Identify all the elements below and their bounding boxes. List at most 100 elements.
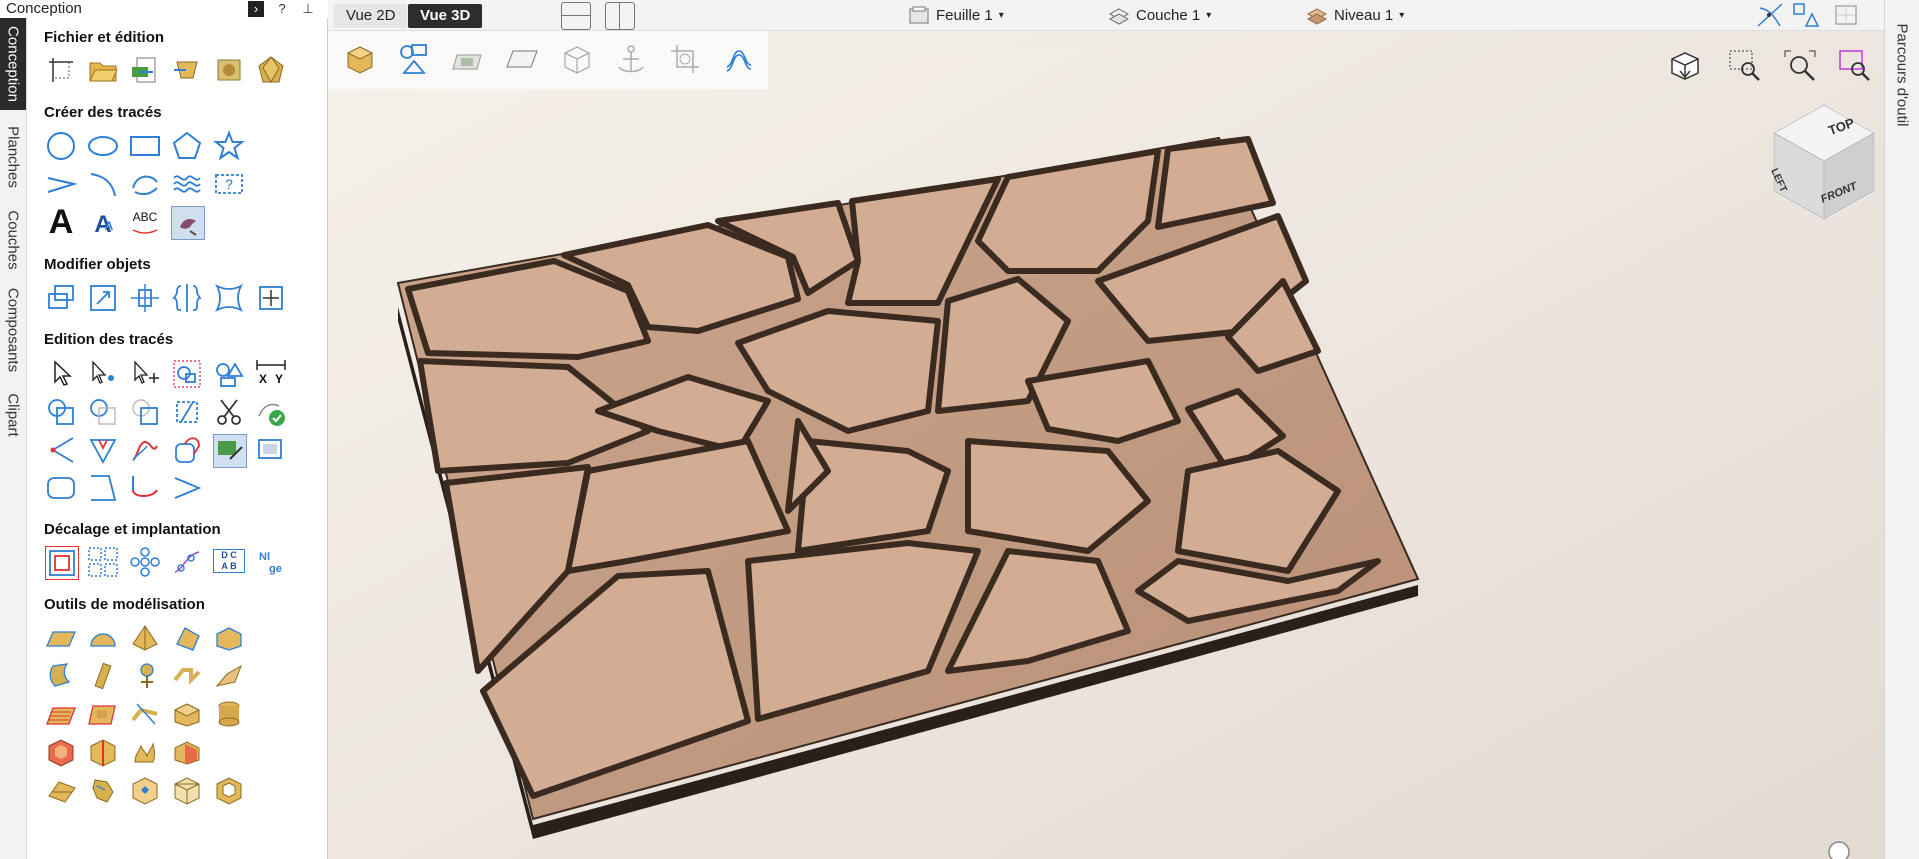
layer-dropdown[interactable]: Couche 1 ▾ [1108, 4, 1211, 28]
model-plane-icon[interactable] [45, 622, 77, 654]
slice-model-icon[interactable] [129, 698, 161, 730]
turn-icon[interactable] [129, 660, 161, 692]
zoom-selection-icon[interactable] [1838, 49, 1872, 83]
model-pyramid-icon[interactable] [129, 622, 161, 654]
polygon-icon[interactable] [171, 130, 203, 162]
snap-shapes-icon[interactable] [1792, 2, 1820, 28]
help-button[interactable]: ? [274, 1, 290, 17]
split-model-icon[interactable] [87, 736, 119, 768]
node-edit-icon[interactable] [87, 358, 119, 390]
text-tool[interactable]: A [45, 205, 77, 239]
hollow-cube-icon[interactable] [213, 774, 245, 806]
text-on-curve-tool[interactable]: ABC [129, 206, 161, 238]
split-vertical-icon[interactable] [605, 2, 635, 30]
relief-fragment-icon[interactable] [87, 774, 119, 806]
split-horizontal-icon[interactable] [561, 2, 591, 30]
transform-pointer-icon[interactable] [129, 358, 161, 390]
artistic-text-icon[interactable]: AA [87, 206, 119, 238]
stack-coins-icon[interactable] [213, 698, 245, 730]
shaded-cube-icon[interactable] [342, 41, 378, 77]
fillet-icon[interactable] [87, 434, 119, 466]
toolpath-preview-icon[interactable] [721, 41, 757, 77]
job-setup-icon[interactable] [45, 54, 77, 86]
polyline-icon[interactable] [45, 168, 77, 200]
tilt-model-icon[interactable] [45, 774, 77, 806]
image-trace-icon[interactable] [255, 434, 287, 466]
anchor-icon[interactable] [613, 41, 649, 77]
ellipse-icon[interactable] [87, 130, 119, 162]
tab-couches[interactable]: Couches [0, 202, 26, 278]
sheet-plane-icon[interactable] [505, 41, 541, 77]
star-icon[interactable] [213, 130, 245, 162]
bird-vector-icon[interactable] [171, 206, 205, 240]
weld-icon[interactable] [45, 396, 77, 428]
select-pointer-icon[interactable] [45, 358, 77, 390]
mirror-icon[interactable] [171, 282, 203, 314]
tab-conception[interactable]: Conception [0, 18, 26, 110]
view-2d-button[interactable]: Vue 2D [334, 4, 408, 28]
slice-icon[interactable] [171, 396, 203, 428]
gem-icon[interactable] [255, 54, 287, 86]
tab-composants[interactable]: Composants [0, 280, 26, 380]
circle-icon[interactable] [45, 130, 77, 162]
circular-array-icon[interactable] [129, 546, 161, 578]
open-file-icon[interactable] [87, 54, 119, 86]
anchor-point-icon[interactable] [255, 282, 287, 314]
sculpt-icon[interactable] [213, 660, 245, 692]
snap-intersection-icon[interactable] [1756, 2, 1784, 28]
unknown-shape-icon[interactable]: ? [213, 168, 245, 200]
sheet-dropdown[interactable]: Feuille 1 ▾ [908, 4, 1004, 28]
wave-icon[interactable] [171, 168, 203, 200]
model-distort-icon[interactable] [171, 622, 203, 654]
join-vectors-icon[interactable] [45, 434, 77, 466]
flame-model-icon[interactable] [129, 736, 161, 768]
import-component-icon[interactable] [171, 54, 203, 86]
two-rail-sweep-icon[interactable] [171, 660, 203, 692]
move-icon[interactable] [45, 282, 77, 314]
merge-red-icon[interactable] [171, 736, 203, 768]
view-cube[interactable]: TOP LEFT FRONT [1764, 93, 1884, 223]
component-box-icon[interactable] [171, 698, 203, 730]
zoom-box-icon[interactable] [1728, 49, 1762, 83]
open-vector-icon[interactable] [87, 472, 119, 504]
pin-icon[interactable]: ⊥ [300, 1, 316, 17]
intersect-icon[interactable] [129, 396, 161, 428]
group-select-icon[interactable] [171, 358, 203, 390]
fade-icon[interactable] [87, 698, 119, 730]
collapse-panel-icon[interactable]: › [248, 1, 264, 17]
view-cube-toggle-icon[interactable] [1668, 49, 1702, 83]
trace-bitmap-icon[interactable] [213, 434, 247, 468]
snap-grid-icon[interactable] [1832, 2, 1860, 28]
sweep-icon[interactable] [45, 660, 77, 692]
tab-clipart[interactable]: Clipart [0, 382, 26, 448]
wireframe-box-icon[interactable] [559, 41, 595, 77]
curve-icon[interactable] [129, 168, 161, 200]
level-dropdown[interactable]: Niveau 1 ▾ [1306, 4, 1404, 28]
rectangle-icon[interactable] [129, 130, 161, 162]
arc-icon[interactable] [87, 168, 119, 200]
import-bitmap-icon[interactable] [213, 54, 245, 86]
bake-red-icon[interactable] [45, 736, 77, 768]
model-extrude-icon[interactable] [213, 622, 245, 654]
measure-xy-tool[interactable]: XY [255, 358, 287, 390]
view-3d-button[interactable]: Vue 3D [408, 4, 483, 28]
distort-icon[interactable] [213, 282, 245, 314]
bitmap-visibility-icon[interactable] [451, 41, 487, 77]
3d-viewport[interactable]: TOP LEFT FRONT [328, 31, 1884, 859]
cube-icon[interactable] [171, 774, 203, 806]
extend-lines-icon[interactable] [171, 472, 203, 504]
extend-curve-icon[interactable] [129, 472, 161, 504]
scale-icon[interactable] [87, 282, 119, 314]
tab-planches[interactable]: Planches [0, 114, 26, 200]
model-dome-icon[interactable] [87, 622, 119, 654]
texture-icon[interactable] [45, 698, 77, 730]
smooth-curve-icon[interactable] [129, 434, 161, 466]
subtract-icon[interactable] [87, 396, 119, 428]
diamond-box-icon[interactable] [129, 774, 161, 806]
chamfer-icon[interactable] [171, 434, 203, 466]
rounded-rect-icon[interactable] [45, 472, 77, 504]
toolpath-panel-tab[interactable]: Parcours d'outil [1884, 0, 1919, 859]
crop-icon[interactable] [667, 41, 703, 77]
copy-along-curve-icon[interactable] [171, 546, 203, 578]
vectors-visibility-icon[interactable] [396, 41, 432, 77]
